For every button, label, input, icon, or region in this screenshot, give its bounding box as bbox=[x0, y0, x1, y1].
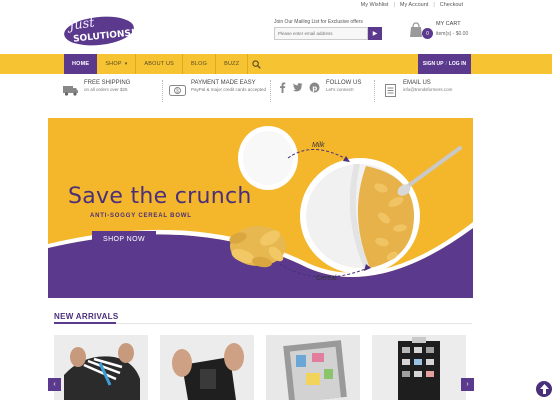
main-nav-bar: HOME SHOP ▾ ABOUT US BLOG BUZZ SIGN UP / … bbox=[0, 54, 552, 74]
hero-tagline: ANTI-SOGGY CEREAL BOWL bbox=[90, 213, 192, 219]
nav-item-label: BLOG bbox=[191, 61, 208, 67]
feature-title: FREE SHIPPING bbox=[84, 80, 131, 86]
nav-item-about-us[interactable]: ABOUT US bbox=[136, 54, 184, 74]
nav-item-label: BUZZ bbox=[224, 61, 240, 67]
nav-item-label: ABOUT US bbox=[144, 61, 175, 67]
wishlist-link[interactable]: My Wishlist bbox=[356, 2, 394, 8]
cart-summary: item(s) - $0.00 bbox=[436, 31, 469, 37]
signup-link[interactable]: SIGN UP bbox=[423, 61, 444, 67]
twitter-icon[interactable] bbox=[292, 82, 303, 93]
carousel-next-button[interactable]: › bbox=[461, 378, 474, 391]
feature-strip: FREE SHIPPING on all orders over $25 $ P… bbox=[62, 80, 474, 102]
feature-title: EMAIL US bbox=[403, 80, 431, 86]
svg-text:p: p bbox=[312, 84, 317, 92]
facebook-icon[interactable] bbox=[279, 82, 286, 93]
product-image-hanging-organizer bbox=[372, 335, 466, 400]
signup-login-button[interactable]: SIGN UP / LOG IN bbox=[418, 54, 471, 74]
feature-follow-us: p FOLLOW US Let's connect! bbox=[270, 80, 374, 102]
email-input[interactable] bbox=[274, 27, 368, 40]
nav-item-blog[interactable]: BLOG bbox=[183, 54, 217, 74]
cereal-label: Cereal bbox=[316, 275, 337, 282]
arrow-up-icon bbox=[539, 384, 549, 394]
feature-title: PAYMENT MADE EASY bbox=[190, 80, 256, 86]
pinterest-icon[interactable]: p bbox=[309, 82, 320, 93]
checkout-link[interactable]: Checkout bbox=[435, 2, 468, 8]
milk-label: Milk bbox=[312, 142, 325, 149]
feature-subtitle: on all orders over $25 bbox=[84, 87, 128, 92]
carousel-prev-button[interactable]: ‹ bbox=[48, 378, 61, 391]
hero-banner[interactable]: Save the crunch ANTI-SOGGY CEREAL BOWL S… bbox=[48, 118, 473, 298]
chevron-left-icon: ‹ bbox=[53, 381, 56, 388]
heading-underline bbox=[54, 322, 116, 324]
feature-title: FOLLOW US bbox=[326, 80, 362, 86]
product-image-memo-board bbox=[266, 335, 360, 400]
subscribe-button[interactable]: ▶ bbox=[368, 27, 382, 40]
svg-text:$: $ bbox=[176, 88, 179, 94]
hero-headline: Save the crunch bbox=[68, 184, 252, 209]
chevron-down-icon: ▾ bbox=[124, 61, 128, 67]
feature-email-us: EMAIL US info@trendsformers.com bbox=[374, 80, 474, 102]
nav-item-label: SHOP bbox=[105, 61, 122, 67]
nav-item-home[interactable]: HOME bbox=[64, 54, 98, 74]
document-icon bbox=[381, 83, 399, 97]
feature-subtitle: Let's connect! bbox=[326, 87, 354, 92]
divider bbox=[54, 323, 472, 324]
product-card[interactable] bbox=[372, 335, 466, 400]
product-card[interactable] bbox=[160, 335, 254, 400]
product-card[interactable] bbox=[54, 335, 148, 400]
money-icon: $ bbox=[169, 83, 187, 97]
shop-now-button[interactable]: SHOP NOW bbox=[92, 231, 156, 247]
truck-icon bbox=[62, 83, 80, 97]
back-to-top-button[interactable] bbox=[536, 381, 552, 397]
product-card[interactable] bbox=[266, 335, 360, 400]
product-image-phone-wallet bbox=[160, 335, 254, 400]
login-link[interactable]: LOG IN bbox=[449, 61, 466, 67]
feature-subtitle: PayPal & major credit cards accepted bbox=[190, 87, 266, 92]
email-link[interactable]: info@trendsformers.com bbox=[403, 87, 452, 93]
site-logo[interactable]: Just SOLUTIONS! bbox=[63, 12, 136, 48]
product-image-shoe-laces bbox=[54, 335, 148, 400]
top-utility-links: My Wishlist | My Account | Checkout bbox=[356, 0, 468, 10]
play-arrow-icon: ▶ bbox=[372, 31, 378, 37]
mailing-list-label: Join Our Mailing List for Exclusive offe… bbox=[274, 19, 363, 25]
cart-count-badge: 0 bbox=[422, 28, 433, 39]
cart-title: MY CART bbox=[436, 21, 461, 27]
nav-item-shop[interactable]: SHOP ▾ bbox=[97, 54, 137, 74]
nav-item-buzz[interactable]: BUZZ bbox=[216, 54, 249, 74]
my-account-link[interactable]: My Account bbox=[395, 2, 433, 8]
new-arrivals-heading: NEW ARRIVALS bbox=[54, 312, 119, 321]
search-icon bbox=[252, 59, 261, 69]
chevron-right-icon: › bbox=[466, 381, 469, 388]
nav-item-label: HOME bbox=[72, 61, 90, 67]
mailing-list-signup: Join Our Mailing List for Exclusive offe… bbox=[274, 19, 384, 40]
mini-cart[interactable]: 0 MY CART item(s) - $0.00 bbox=[408, 20, 478, 42]
nav-search-button[interactable] bbox=[248, 54, 264, 74]
feature-payment: $ PAYMENT MADE EASY PayPal & major credi… bbox=[162, 80, 270, 102]
feature-free-shipping: FREE SHIPPING on all orders over $25 bbox=[62, 80, 162, 102]
divider: / bbox=[445, 61, 447, 67]
